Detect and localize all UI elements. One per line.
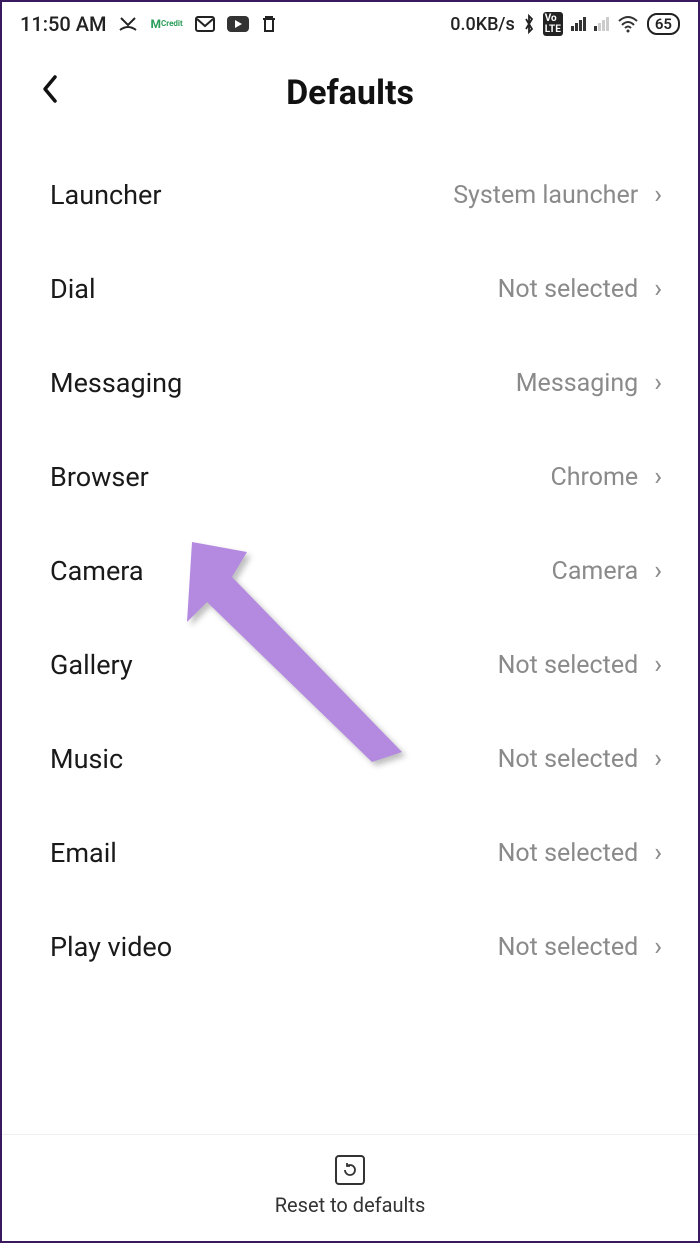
row-label: Dial [50,273,96,305]
row-value: Chrome [550,463,638,492]
row-label: Browser [50,461,149,493]
row-value: Not selected [498,651,639,680]
chevron-right-icon: › [654,368,662,398]
reset-label: Reset to defaults [275,1193,426,1217]
chevron-right-icon: › [654,650,662,680]
row-value: Camera [552,557,639,586]
bluetooth-icon [523,14,535,34]
row-value: Not selected [498,933,639,962]
row-messaging[interactable]: Messaging Messaging › [2,336,698,430]
row-label: Camera [50,555,144,587]
row-play-video[interactable]: Play video Not selected › [2,900,698,994]
chevron-right-icon: › [654,180,662,210]
chevron-right-icon: › [654,462,662,492]
chevron-right-icon: › [654,932,662,962]
chevron-right-icon: › [654,838,662,868]
row-label: Email [50,837,117,869]
chevron-left-icon [40,73,60,105]
wifi-icon [617,15,639,33]
reset-icon [335,1155,365,1185]
row-camera[interactable]: Camera Camera › [2,524,698,618]
status-bar: 11:50 AM MCredit 0.0KB/s VoLTE 65 [2,2,698,42]
row-gallery[interactable]: Gallery Not selected › [2,618,698,712]
row-value: System launcher [453,181,638,210]
page-header: Defaults [2,42,698,148]
row-label: Music [50,743,123,775]
row-label: Play video [50,931,172,963]
defaults-list: Launcher System launcher › Dial Not sele… [2,148,698,994]
status-time: 11:50 AM [20,12,106,36]
volte-icon: VoLTE [543,12,563,36]
data-rate: 0.0KB/s [450,14,515,35]
row-label: Launcher [50,179,162,211]
row-value: Messaging [516,369,638,398]
page-title: Defaults [286,73,414,113]
row-music[interactable]: Music Not selected › [2,712,698,806]
gmail-icon [195,16,215,32]
row-value: Not selected [498,275,639,304]
back-button[interactable] [32,68,68,118]
row-email[interactable]: Email Not selected › [2,806,698,900]
row-dial[interactable]: Dial Not selected › [2,242,698,336]
battery-indicator: 65 [647,13,680,35]
row-launcher[interactable]: Launcher System launcher › [2,148,698,242]
reset-to-defaults-button[interactable]: Reset to defaults [2,1134,698,1241]
row-value: Not selected [498,839,639,868]
mi-credit-icon: MCredit [150,18,182,30]
row-value: Not selected [498,745,639,774]
chevron-right-icon: › [654,556,662,586]
youtube-icon [227,16,249,32]
row-browser[interactable]: Browser Chrome › [2,430,698,524]
signal-icon [571,17,586,31]
row-label: Gallery [50,649,133,681]
trash-icon [261,15,277,33]
row-label: Messaging [50,367,182,399]
chevron-right-icon: › [654,744,662,774]
missed-call-icon [118,16,138,32]
signal-secondary-icon [594,17,609,31]
chevron-right-icon: › [654,274,662,304]
